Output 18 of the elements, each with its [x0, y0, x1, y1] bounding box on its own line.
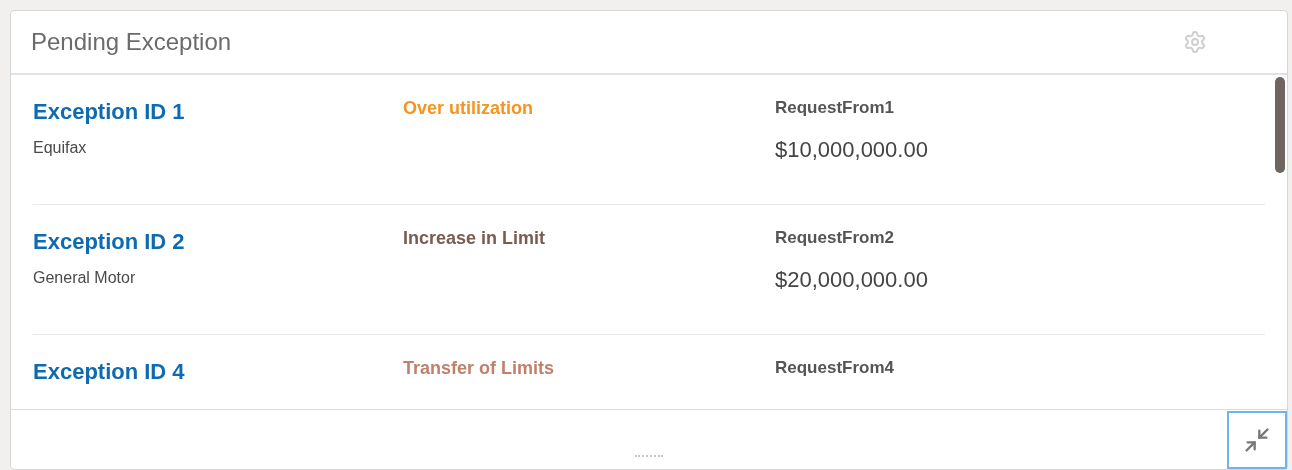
company-name: General Motor — [33, 268, 137, 288]
amount: $20,000,000.00 — [775, 265, 929, 294]
collapse-icon — [1243, 426, 1271, 454]
exception-id-link[interactable]: Exception ID 4 — [33, 355, 403, 388]
company-name: Equifax — [33, 138, 88, 158]
exception-type: Over utilization — [403, 98, 534, 118]
requester-name: RequestFrom4 — [775, 357, 896, 379]
collapse-button[interactable] — [1227, 411, 1287, 469]
exception-id-link[interactable]: Exception ID 2 — [33, 225, 403, 258]
exception-id-link[interactable]: Exception ID 1 — [33, 95, 403, 128]
resize-handle[interactable] — [635, 455, 663, 457]
amount: $10,000,000.00 — [775, 135, 929, 164]
scrollbar-thumb[interactable] — [1275, 77, 1285, 173]
exception-type: Transfer of Limits — [403, 358, 555, 378]
panel-title: Pending Exception — [31, 27, 232, 57]
requester-name: RequestFrom2 — [775, 227, 896, 249]
requester-name: RequestFrom1 — [775, 97, 896, 119]
exception-type: Increase in Limit — [403, 228, 546, 248]
